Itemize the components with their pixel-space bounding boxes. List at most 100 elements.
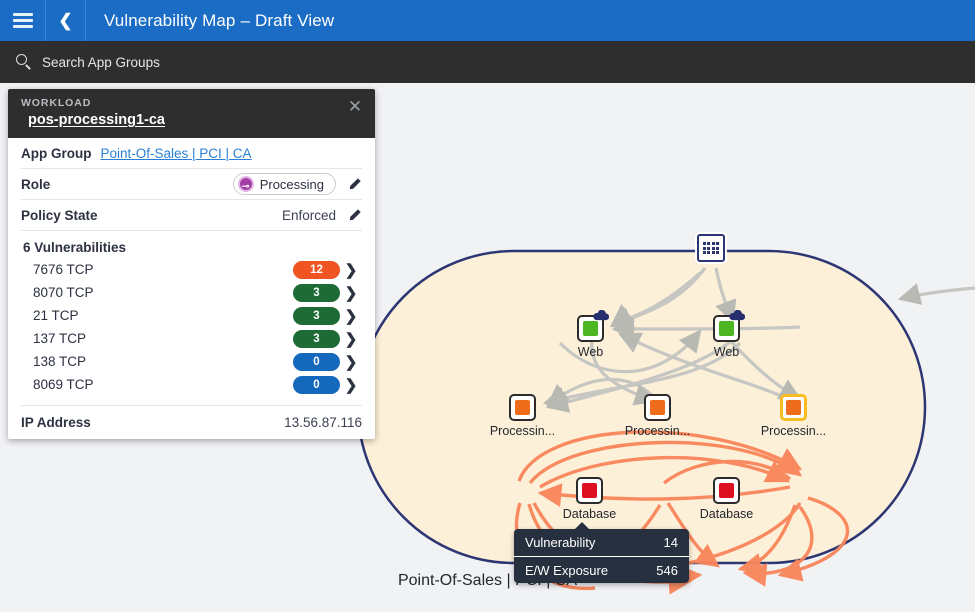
vulnerability-count-badge: 3	[293, 306, 340, 325]
page-title-sub: Draft View	[255, 10, 335, 30]
vulnerability-count-badge: 3	[293, 329, 340, 348]
vulnerability-map-screen: ❮ Vulnerability Map – Draft View Search Ap…	[0, 0, 975, 612]
node-status-swatch	[515, 400, 530, 415]
chevron-right-icon[interactable]: ❯	[340, 261, 362, 279]
map-node-processing[interactable]: Processin...	[625, 394, 690, 438]
node-box[interactable]	[644, 394, 671, 421]
node-box[interactable]	[509, 394, 536, 421]
map-node-processing[interactable]: Processin...	[490, 394, 555, 438]
cloud-icon	[728, 310, 745, 321]
node-box[interactable]	[713, 310, 745, 342]
node-status-swatch	[583, 321, 598, 336]
vulnerability-port: 21 TCP	[33, 308, 79, 323]
node-status-swatch	[719, 483, 734, 498]
app-header: ❮ Vulnerability Map – Draft View	[0, 0, 975, 41]
node-status-swatch	[650, 400, 665, 415]
node-label: Web	[713, 345, 740, 359]
tooltip-value: 14	[663, 535, 678, 550]
node-status-swatch	[719, 321, 734, 336]
tooltip-value: 546	[656, 562, 678, 578]
workload-detail-panel: WORKLOAD pos-processing1-ca ✕ App Group …	[8, 89, 375, 439]
ip-address-value: 13.56.87.116	[284, 415, 362, 430]
role-glyph-icon: ⊸	[237, 176, 254, 192]
policy-state-label: Policy State	[21, 207, 98, 223]
back-button[interactable]: ❮	[46, 0, 86, 41]
chevron-left-icon: ❮	[58, 10, 73, 30]
node-metrics-tooltip: Vulnerability 14 E/W Exposure 546	[514, 522, 689, 583]
page-title-separator: –	[240, 10, 251, 30]
page-title-main: Vulnerability Map	[104, 10, 236, 30]
tooltip-label: E/W Exposure	[525, 562, 609, 578]
map-node-web[interactable]: Web	[577, 310, 609, 359]
role-value: Processing	[259, 176, 324, 192]
role-badge: ⊸ Processing	[232, 173, 336, 195]
chevron-right-icon[interactable]: ❯	[340, 307, 362, 325]
role-label: Role	[21, 176, 51, 192]
node-box[interactable]	[713, 477, 740, 504]
vulnerability-list: 7676 TCP 12 ❯ 8070 TCP 3 ❯ 21 TCP 3 ❯ 137 TCP 3 ❯ 13…	[21, 258, 362, 396]
node-label: Processin...	[624, 424, 691, 438]
page-title: Vulnerability Map – Draft View	[86, 11, 334, 31]
app-group-link[interactable]: Point-Of-Sales | PCI | CA	[101, 146, 252, 161]
policy-state-value: Enforced	[281, 207, 336, 223]
node-box[interactable]	[576, 477, 603, 504]
node-label: Database	[699, 507, 754, 521]
vulnerability-port: 8070 TCP	[33, 285, 94, 300]
vulnerability-count-badge: 3	[293, 283, 340, 302]
vulnerability-count-badge: 0	[293, 352, 340, 371]
role-row: Role ⊸ Processing	[21, 169, 362, 200]
panel-header: WORKLOAD pos-processing1-ca ✕	[8, 89, 375, 138]
vulnerability-row[interactable]: 21 TCP 3 ❯	[21, 304, 362, 327]
app-group-row: App Group Point-Of-Sales | PCI | CA	[21, 138, 362, 169]
internet-node[interactable]	[697, 234, 725, 262]
node-status-swatch	[786, 400, 801, 415]
app-group-caption: Point-Of-Sales | PCI | CA	[397, 572, 578, 589]
vulnerability-port: 7676 TCP	[33, 262, 94, 277]
panel-body: App Group Point-Of-Sales | PCI | CA Role…	[8, 138, 375, 439]
chevron-right-icon[interactable]: ❯	[340, 284, 362, 302]
node-label: Web	[577, 345, 604, 359]
node-label: Database	[562, 507, 617, 521]
map-node-processing[interactable]: Processin...	[761, 394, 826, 438]
tooltip-row: E/W Exposure 546	[514, 556, 689, 583]
node-label: Processin...	[760, 424, 827, 438]
search-icon	[16, 54, 32, 70]
workload-name-link[interactable]: pos-processing1-ca	[28, 112, 165, 128]
tooltip-row: Vulnerability 14	[514, 529, 689, 556]
chevron-right-icon[interactable]: ❯	[340, 353, 362, 371]
node-box[interactable]	[780, 394, 807, 421]
vulnerability-port: 138 TCP	[33, 354, 87, 369]
vulnerability-row[interactable]: 8069 TCP 0 ❯	[21, 373, 362, 396]
vulnerability-row[interactable]: 8070 TCP 3 ❯	[21, 281, 362, 304]
vulnerability-row[interactable]: 138 TCP 0 ❯	[21, 350, 362, 373]
vulnerability-port: 8069 TCP	[33, 377, 94, 392]
node-label: Processin...	[489, 424, 556, 438]
ip-address-label: IP Address	[21, 415, 91, 430]
search-input[interactable]: Search App Groups	[42, 55, 160, 70]
vulnerability-count-badge: 0	[293, 375, 340, 394]
panel-kicker: WORKLOAD	[21, 97, 92, 109]
vulnerability-row[interactable]: 7676 TCP 12 ❯	[21, 258, 362, 281]
vulnerability-row[interactable]: 137 TCP 3 ❯	[21, 327, 362, 350]
vulnerability-port: 137 TCP	[33, 331, 87, 346]
map-node-web[interactable]: Web	[713, 310, 745, 359]
chevron-right-icon[interactable]: ❯	[340, 330, 362, 348]
vulnerabilities-header: 6 Vulnerabilities	[23, 240, 127, 255]
node-status-swatch	[582, 483, 597, 498]
policy-state-row: Policy State Enforced	[21, 200, 362, 231]
map-node-database[interactable]: Database	[563, 477, 616, 521]
close-icon[interactable]: ✕	[346, 98, 364, 116]
tooltip-label: Vulnerability	[525, 535, 596, 550]
hamburger-icon	[12, 13, 33, 28]
search-bar[interactable]: Search App Groups	[0, 41, 975, 83]
vulnerability-count-badge: 12	[293, 260, 340, 279]
node-box[interactable]	[577, 310, 609, 342]
ip-address-row: IP Address 13.56.87.116	[21, 406, 362, 439]
chevron-right-icon[interactable]: ❯	[340, 376, 362, 394]
hamburger-menu-button[interactable]	[0, 0, 46, 41]
map-node-database[interactable]: Database	[700, 477, 753, 521]
internet-grid-icon	[702, 242, 720, 254]
pencil-icon[interactable]	[347, 208, 362, 223]
cloud-icon	[592, 310, 609, 321]
pencil-icon[interactable]	[347, 177, 362, 192]
